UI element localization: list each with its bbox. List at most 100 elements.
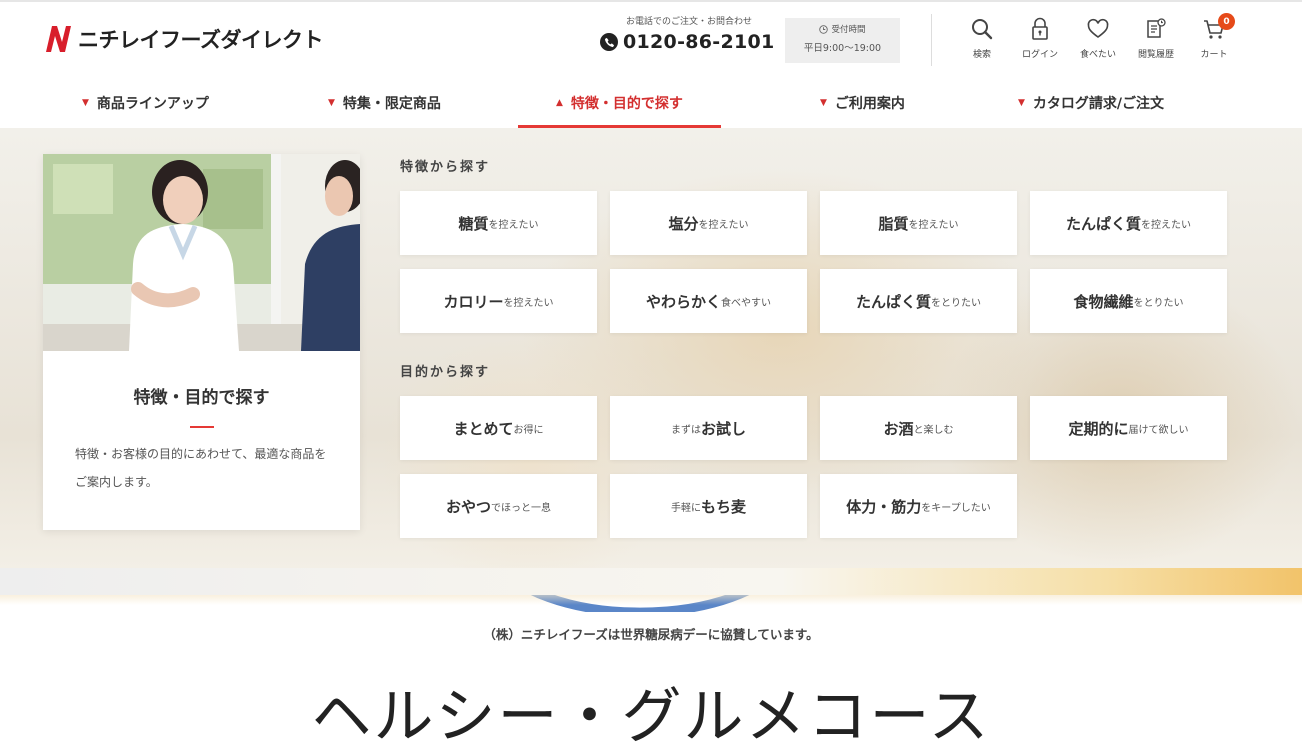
- feature-tile-low-protein[interactable]: たんぱく質 を控えたい: [1030, 191, 1227, 255]
- tile-main-text: 体力・筋力: [846, 497, 922, 516]
- tile-main-text: おやつ: [445, 497, 491, 516]
- feature-tile-fiber[interactable]: 食物繊維 をとりたい: [1030, 269, 1227, 333]
- phone-icon: [600, 33, 618, 51]
- tile-suffix: を控えたい: [698, 219, 749, 231]
- feature-tile-soft-food[interactable]: やわらかく 食べやすい: [610, 269, 807, 333]
- caret-down-icon: ▼: [328, 98, 335, 108]
- search-button[interactable]: 検索: [953, 16, 1011, 60]
- purpose-tile-trial[interactable]: まずは お試し: [610, 396, 807, 460]
- tile-suffix: 届けて欲しい: [1128, 424, 1189, 436]
- history-button[interactable]: 閲覧履歴: [1127, 16, 1185, 60]
- nav-item-label: 特徴・目的で探す: [570, 96, 683, 112]
- tile-suffix: をとりたい: [1133, 297, 1184, 309]
- tile-main-text: お酒: [883, 419, 914, 438]
- feature-tile-low-calorie[interactable]: カロリー を控えたい: [400, 269, 597, 333]
- feature-card-description: 特徴・お客様の目的にあわせて、最適な商品をご案内します。: [75, 447, 327, 489]
- login-label: ログイン: [1021, 50, 1058, 60]
- tile-prefix: 手軽に: [670, 502, 701, 514]
- nav-item-product-lineup[interactable]: ▼ 商品ラインアップ: [82, 78, 209, 128]
- cart-button[interactable]: 0 カート: [1185, 13, 1243, 60]
- feature-tile-low-fat[interactable]: 脂質 を控えたい: [820, 191, 1017, 255]
- nav-item-search-by-purpose[interactable]: ▲ 特徴・目的で探す: [518, 78, 721, 128]
- logo-mark-icon: [46, 26, 71, 52]
- nav-item-label: 特集・限定商品: [342, 96, 441, 112]
- nav-item-specials[interactable]: ▼ 特集・限定商品: [328, 78, 441, 128]
- history-icon: [1147, 18, 1166, 38]
- hours-value: 平日9:00〜19:00: [803, 43, 882, 54]
- tile-main-text: 塩分: [668, 214, 699, 233]
- nav-item-label: 商品ラインアップ: [96, 96, 209, 112]
- phone-contact: お電話でのご注文・お問合わせ 0120-86-2101: [600, 14, 778, 53]
- login-button[interactable]: ログイン: [1011, 16, 1069, 60]
- tile-main-text: 糖質: [458, 214, 489, 233]
- tile-suffix: を控えたい: [908, 219, 959, 231]
- feature-tile-low-salt[interactable]: 塩分 を控えたい: [610, 191, 807, 255]
- hero-band-fade: [0, 595, 1302, 605]
- history-label: 閲覧履歴: [1137, 50, 1174, 60]
- tile-main-text: まとめて: [453, 419, 514, 438]
- phone-caption: お電話でのご注文・お問合わせ: [625, 17, 752, 27]
- tile-main-text: たんぱく質: [1065, 214, 1141, 233]
- search-icon: [972, 19, 993, 40]
- cart-count-badge: 0: [1218, 13, 1235, 30]
- nav-item-label: ご利用案内: [834, 96, 905, 112]
- caret-down-icon: ▼: [820, 98, 827, 108]
- purpose-tile-regular-delivery[interactable]: 定期的に 届けて欲しい: [1030, 396, 1227, 460]
- nav-item-guide[interactable]: ▼ ご利用案内: [820, 78, 905, 128]
- logo-text: ニチレイフーズダイレクト: [78, 28, 323, 52]
- nav-item-catalog[interactable]: ▼ カタログ請求/ご注文: [1018, 78, 1164, 128]
- feature-tile-low-sugar[interactable]: 糖質 を控えたい: [400, 191, 597, 255]
- features-heading: 特徴から探す: [400, 160, 491, 175]
- cart-label: カート: [1200, 50, 1228, 60]
- purpose-tile-snack[interactable]: おやつ でほっと一息: [400, 474, 597, 538]
- hours-label: 受付時間: [831, 25, 866, 35]
- caret-down-icon: ▼: [1018, 98, 1025, 108]
- tile-suffix: を控えたい: [1141, 219, 1191, 231]
- tile-main-text: たんぱく質: [855, 292, 931, 311]
- nav-item-label: カタログ請求/ご注文: [1032, 96, 1165, 112]
- caret-down-icon: ▼: [82, 98, 89, 108]
- tile-suffix: を控えたい: [488, 219, 539, 231]
- tile-prefix: まずは: [670, 424, 701, 436]
- tile-main-text: お試し: [700, 419, 746, 438]
- tile-main-text: カロリー: [443, 292, 504, 311]
- tile-main-text: 食物繊維: [1073, 292, 1134, 311]
- favorites-button[interactable]: 食べたい: [1069, 16, 1127, 60]
- site-header: ニチレイフーズダイレクト お電話でのご注文・お問合わせ 0120-86-2101…: [0, 0, 1302, 78]
- caret-up-icon: ▲: [556, 98, 563, 108]
- utility-nav: 検索 ログイン 食べたい 閲覧履歴 0 カート: [953, 13, 1243, 60]
- lock-icon: [1032, 17, 1048, 40]
- header-divider: [931, 14, 932, 66]
- business-hours: 受付時間 平日9:00〜19:00: [785, 18, 900, 63]
- feature-card-title: 特徴・目的で探す: [133, 388, 270, 408]
- tile-suffix: でほっと一息: [491, 502, 551, 514]
- tile-main-text: やわらかく: [645, 292, 721, 311]
- tile-suffix: を控えたい: [503, 297, 554, 309]
- tile-main-text: もち麦: [700, 497, 746, 516]
- consultation-photo: [43, 154, 360, 351]
- tile-suffix: お得に: [513, 424, 544, 436]
- purpose-tile-mochimugi[interactable]: 手軽に もち麦: [610, 474, 807, 538]
- heart-icon: [1087, 18, 1109, 38]
- global-nav: ▼ 商品ラインアップ ▼ 特集・限定商品 ▲ 特徴・目的で探す ▼ ご利用案内 …: [0, 78, 1302, 128]
- tile-main-text: 定期的に: [1068, 419, 1129, 438]
- tile-suffix: をキープしたい: [921, 502, 991, 514]
- tile-suffix: と楽しむ: [913, 424, 954, 436]
- tile-suffix: をとりたい: [931, 297, 981, 309]
- sponsor-note: （株）ニチレイフーズは世界糖尿病デーに協賛しています。: [483, 627, 819, 642]
- purpose-tile-bulk-savings[interactable]: まとめて お得に: [400, 396, 597, 460]
- phone-number[interactable]: 0120-86-2101: [623, 31, 775, 53]
- purpose-tile-stamina[interactable]: 体力・筋力 をキープしたい: [820, 474, 1017, 538]
- favorites-label: 食べたい: [1079, 50, 1116, 60]
- hero-image-band: [0, 565, 1302, 595]
- hero-title: ヘルシー・グルメコース: [311, 682, 991, 750]
- title-underline: [189, 426, 214, 428]
- search-label: 検索: [972, 50, 991, 60]
- tile-main-text: 脂質: [878, 214, 909, 233]
- feature-tile-high-protein[interactable]: たんぱく質 をとりたい: [820, 269, 1017, 333]
- site-logo[interactable]: ニチレイフーズダイレクト: [42, 24, 323, 54]
- clock-icon: [819, 24, 829, 34]
- purpose-tile-with-drinks[interactable]: お酒 と楽しむ: [820, 396, 1017, 460]
- tile-suffix: 食べやすい: [721, 297, 771, 309]
- purposes-heading: 目的から探す: [400, 365, 491, 380]
